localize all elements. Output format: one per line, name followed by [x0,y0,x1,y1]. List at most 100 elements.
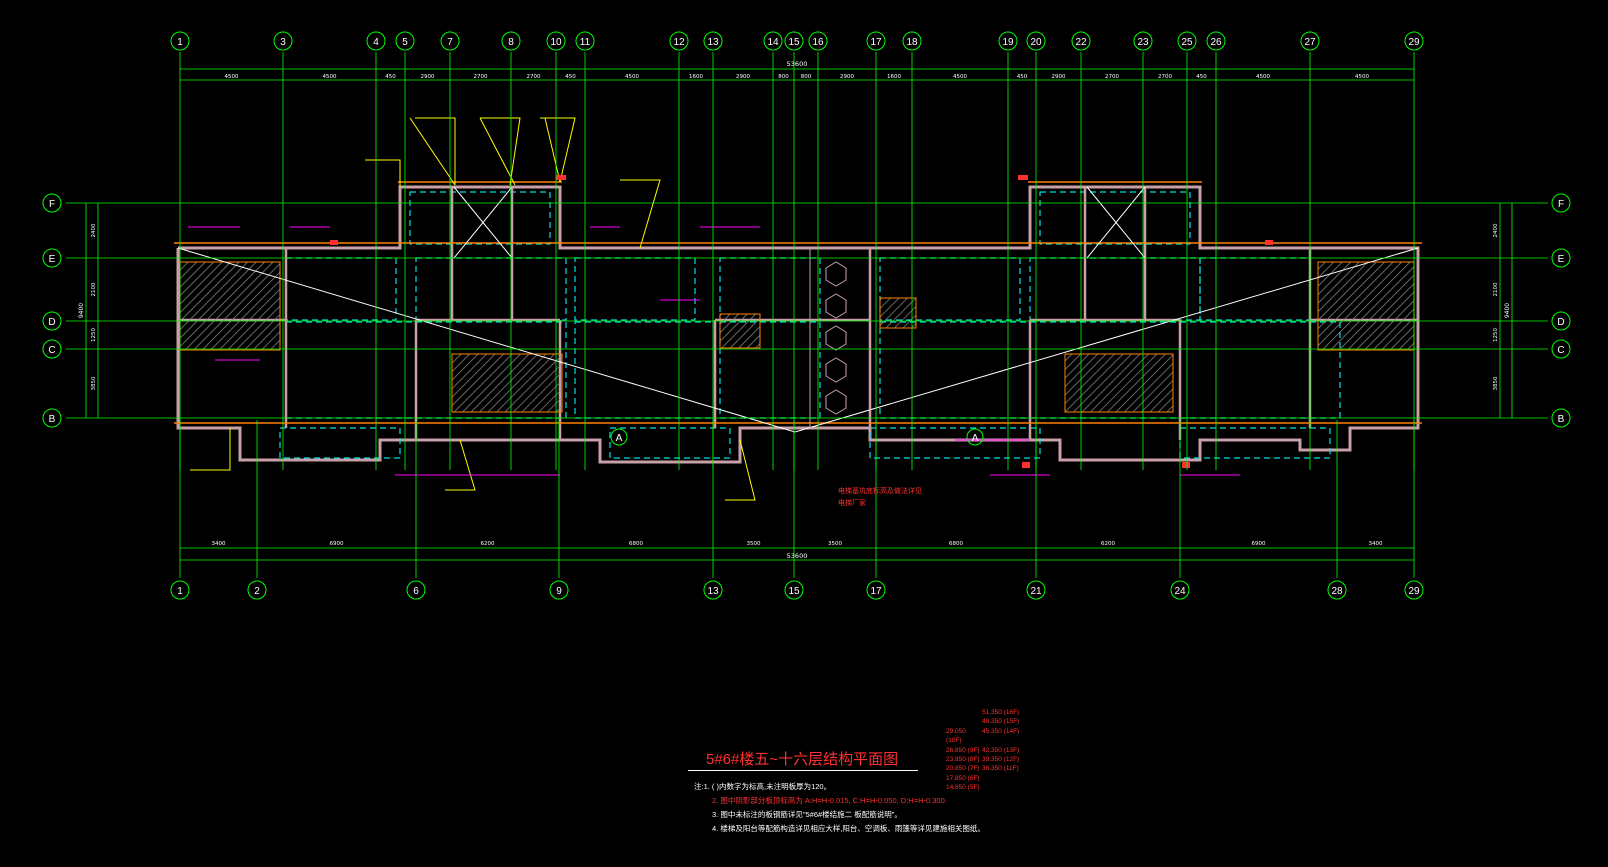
axis-label-bottom: 21 [1030,586,1042,597]
axis-label-row: F [1558,199,1564,210]
axis-label-top: 20 [1030,37,1042,48]
structural-plan-drawing: 1 3 4 5 7 8 10 11 12 13 14 15 16 17 18 19 20 22 23 25 26 27 29… [42,31,1571,600]
dim-text-top: 2700 [527,74,541,80]
dim-text-top: 2900 [421,74,435,80]
red-note: 电梯基坑底标高及做法详见电梯厂家 [838,488,922,507]
dim-text-bottom: 6900 [330,541,344,547]
dim-text-top: 2900 [736,74,750,80]
axis-label-top: 3 [280,37,286,48]
level-left [946,708,982,717]
axis-label-top: 8 [508,37,514,48]
axis-label-top: 19 [1002,37,1014,48]
level-left [946,717,982,726]
level-row: 51.350 (16F) [946,708,1019,717]
dim-left-text: 2100 [91,282,97,296]
outline-wall [176,185,1420,464]
axis-label-row: C [1557,345,1564,356]
dim-text-bottom: 6900 [1252,541,1266,547]
axis-label-top: 12 [673,37,685,48]
axis-label-top: 25 [1181,37,1193,48]
level-row: 48.350 (15F) [946,717,1019,726]
axis-label-top: 29 [1408,37,1420,48]
dim-text-top: 4500 [1256,74,1270,80]
dim-text-bottom: 3400 [1369,541,1383,547]
dim-text-top: 800 [801,74,812,80]
level-left: 20.850 (7F) [946,765,980,773]
level-right: 39.350 (12F) [982,756,1020,764]
dim-total-bottom: 53600 [787,552,808,560]
note-4: 4. 楼梯及阳台等配筋构造详见相应大样,阳台、空调板、雨篷等详见建施相关图纸。 [712,824,985,833]
axis-label-bottom: 24 [1174,586,1186,597]
axis-label-top: 16 [812,37,824,48]
axis-label-row: D [48,317,55,328]
note-2: 2. 图中阴影部分板顶标高为 A:H=H-0.015, C:H=H-0.050,… [712,796,947,805]
dim-text-top: 4500 [1355,74,1369,80]
dim-text-top: 2700 [1158,74,1172,80]
dim-right-text: 1250 [1493,328,1499,342]
axis-label-row: F [49,199,55,210]
title-underline [688,770,918,771]
level-left: 17.850 (6F) [946,774,980,782]
axis-label-bottom: 2 [254,586,260,597]
dim-left-text: 3850 [91,376,97,390]
level-row: 26.850 (9F) 42.350 (13F) [946,746,1019,755]
section-mark-label: A [616,433,623,444]
note-1: 注:1. ( )内数字为标高,未注明板厚为120。 [694,782,832,791]
plan-body [174,117,1422,501]
dim-text-bottom: 6200 [481,541,495,547]
level-left: 14.850 (5F) [946,784,980,792]
dim-text-top: 2700 [474,74,488,80]
dim-left-total-text: 9400 [78,303,85,318]
dim-text-top: 1600 [689,74,703,80]
dim-text-top: 1600 [887,74,901,80]
dim-text-top: 450 [385,74,396,80]
dim-text-top: 4500 [225,74,239,80]
dim-text-top: 4500 [323,74,337,80]
level-table: 51.350 (16F) 48.350 (15F) 29.050 (10F) 45.3… [946,708,1019,793]
dim-text-bottom: 3500 [828,541,842,547]
level-left: 23.850 (8F) [946,756,980,764]
axis-label-row: B [49,414,56,425]
dim-right-text: 3850 [1493,376,1499,390]
dim-text-bottom: 3400 [212,541,226,547]
dim-text-top: 4500 [625,74,639,80]
dim-text-bottom: 6800 [629,541,643,547]
dim-left-text: 1250 [91,328,97,342]
dim-text-bottom: 6200 [1101,541,1115,547]
dim-left-text: 2400 [91,223,97,237]
dim-text-bottom: 3500 [747,541,761,547]
stair-hex-zone [809,247,871,429]
dim-text-top: 450 [565,74,576,80]
axis-label-row: E [49,254,56,265]
dim-text-top: 800 [778,74,789,80]
axis-label-row: E [1558,254,1565,265]
axis-label-top: 22 [1075,37,1087,48]
inner-walls [178,187,1418,440]
drawing-title: 5#6#楼五~十六层结构平面图 [706,751,899,768]
axis-label-top: 14 [767,37,779,48]
axis-label-bottom: 15 [788,586,800,597]
axis-label-top: 27 [1304,37,1316,48]
axis-label-bottom: 13 [707,586,719,597]
dim-text-top: 450 [1196,74,1207,80]
dim-total-top: 53600 [787,60,808,68]
axis-label-top: 5 [402,37,408,48]
dim-text-top: 4500 [953,74,967,80]
level-left: 26.850 (9F) [946,746,980,754]
axis-label-top: 26 [1210,37,1222,48]
dim-right-text: 2400 [1493,223,1499,237]
level-left: 29.050 (10F) [946,727,966,745]
level-row: 20.850 (7F) 36.350 (11F) [946,764,1019,773]
dim-text-bottom: 6800 [949,541,963,547]
level-right: 42.350 (13F) [982,746,1020,754]
level-row: 17.850 (6F) [946,774,1019,783]
dim-right-total-text: 9400 [1504,303,1511,318]
axis-label-bottom: 9 [556,586,562,597]
axis-label-top: 13 [707,37,719,48]
axis-label-row: C [48,345,55,356]
axis-label-bottom: 29 [1408,586,1420,597]
axis-label-top: 10 [550,37,562,48]
level-row: 14.850 (5F) [946,783,1019,792]
level-right: 51.350 (16F) [982,709,1020,716]
axis-label-top: 7 [447,37,453,48]
